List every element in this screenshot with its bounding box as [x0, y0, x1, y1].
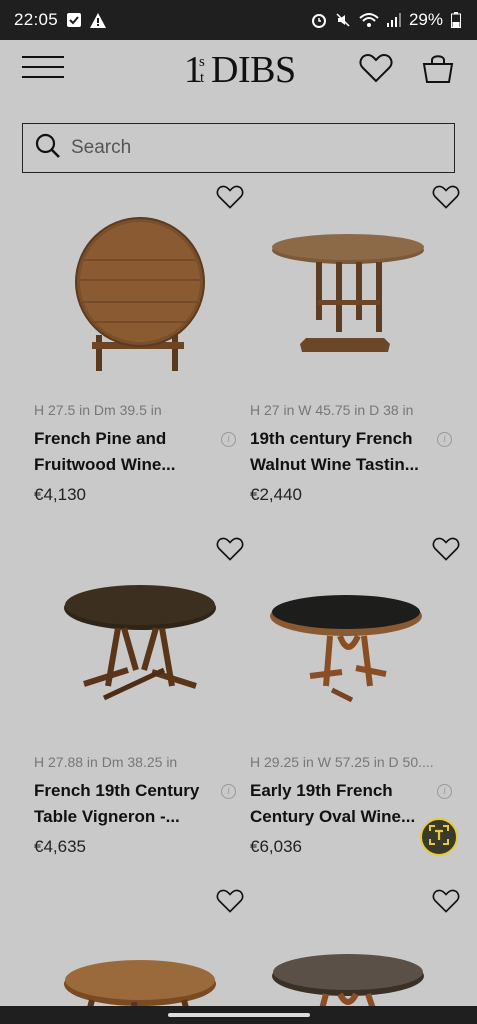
- svg-text:t: t: [200, 70, 205, 86]
- battery-percent: 29%: [408, 10, 443, 29]
- status-bar: 22:05 29%: [0, 0, 477, 40]
- product-title[interactable]: French 19th Century Table Vigneron -...: [34, 778, 214, 830]
- app-header: 1 s t DIBS: [0, 40, 477, 104]
- status-time: 22:05: [14, 10, 59, 29]
- home-gesture-handle[interactable]: [168, 1013, 310, 1017]
- product-dimensions: H 27.88 in Dm 38.25 in: [34, 754, 178, 770]
- product-title[interactable]: French Pine and Fruitwood Wine...: [34, 426, 214, 478]
- product-price: €6,036: [250, 837, 302, 856]
- text-scan-icon: [428, 824, 450, 851]
- logo[interactable]: 1 s t DIBS: [184, 48, 296, 102]
- heart-icon[interactable]: [359, 52, 393, 89]
- wifi-icon: [359, 12, 379, 28]
- favorite-heart-icon[interactable]: [216, 888, 244, 914]
- product-price: €4,130: [34, 485, 86, 504]
- mute-icon: [335, 12, 351, 28]
- alarm-icon: [311, 12, 327, 28]
- search-input[interactable]: [71, 137, 431, 159]
- favorite-heart-icon[interactable]: [432, 184, 460, 210]
- search-icon: [35, 133, 61, 164]
- product-card[interactable]: H 27.5 in Dm 39.5 in French Pine and Fru…: [34, 180, 250, 520]
- product-card[interactable]: [250, 884, 466, 1024]
- product-image-table-vigneron[interactable]: [44, 562, 234, 752]
- favorite-heart-icon[interactable]: [432, 536, 460, 562]
- svg-text:s: s: [199, 54, 205, 70]
- product-image-walnut-wine-tasting-table[interactable]: [260, 210, 450, 400]
- product-image-oval-wine-table[interactable]: [260, 562, 450, 752]
- text-scan-button[interactable]: [420, 818, 458, 856]
- product-price: €2,440: [250, 485, 302, 504]
- bag-icon[interactable]: [421, 52, 455, 89]
- system-nav-bar: [0, 1006, 477, 1024]
- product-dimensions: H 27.5 in Dm 39.5 in: [34, 402, 162, 418]
- search-bar[interactable]: [22, 123, 455, 173]
- info-icon[interactable]: i: [221, 432, 236, 447]
- product-card[interactable]: [34, 884, 250, 1024]
- info-icon[interactable]: i: [221, 784, 236, 799]
- warning-icon: [90, 12, 107, 28]
- product-image-round-tilt-top-table[interactable]: [44, 210, 234, 400]
- info-icon[interactable]: i: [437, 432, 452, 447]
- product-card[interactable]: H 27 in W 45.75 in D 38 in 19th century …: [250, 180, 466, 520]
- hamburger-icon[interactable]: [22, 56, 64, 80]
- favorite-heart-icon[interactable]: [216, 536, 244, 562]
- svg-text:DIBS: DIBS: [211, 49, 294, 91]
- product-title[interactable]: 19th century French Walnut Wine Tastin..…: [250, 426, 430, 478]
- favorite-heart-icon[interactable]: [216, 184, 244, 210]
- check-box-icon: [66, 12, 82, 28]
- signal-icon: [386, 13, 401, 27]
- product-card[interactable]: H 27.88 in Dm 38.25 in French 19th Centu…: [34, 532, 250, 872]
- product-title[interactable]: Early 19th French Century Oval Wine...: [250, 778, 430, 830]
- battery-icon: [451, 12, 461, 28]
- product-dimensions: H 27 in W 45.75 in D 38 in: [250, 402, 414, 418]
- product-dimensions: H 29.25 in W 57.25 in D 50....: [250, 754, 434, 770]
- info-icon[interactable]: i: [437, 784, 452, 799]
- favorite-heart-icon[interactable]: [432, 888, 460, 914]
- product-price: €4,635: [34, 837, 86, 856]
